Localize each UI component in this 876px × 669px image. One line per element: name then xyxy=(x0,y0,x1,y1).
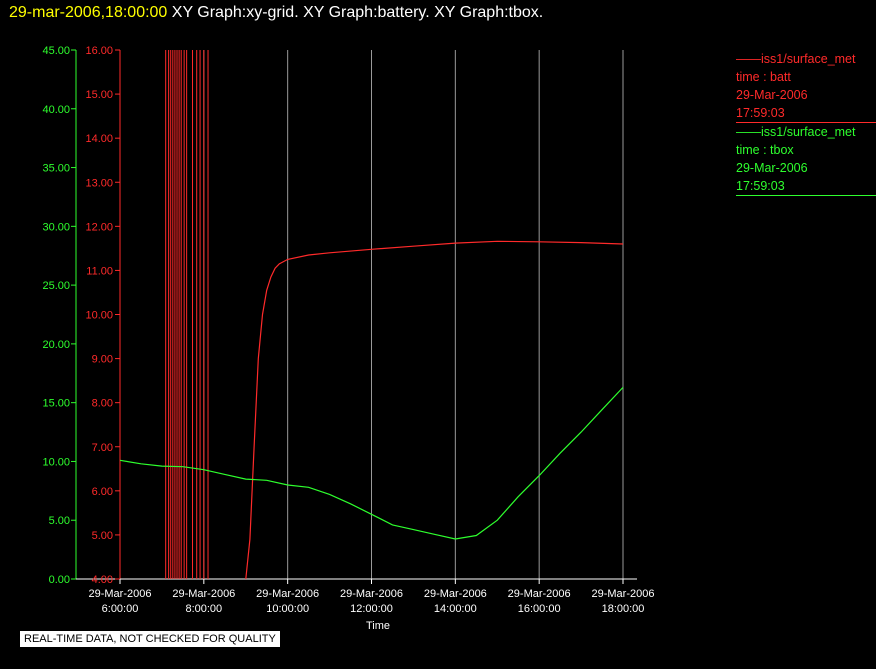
x-axis-label: Time xyxy=(366,620,390,632)
y-tick-label-inner: 14.00 xyxy=(85,133,113,145)
legend-entry-tbox: ——iss1/surface_met time : tbox 29-Mar-20… xyxy=(736,123,876,196)
x-tick-label-date: 29-Mar-2006 xyxy=(340,588,403,600)
y-tick-label-outer: 20.00 xyxy=(42,339,70,351)
y-tick-label-outer: 10.00 xyxy=(42,456,70,468)
quality-notice: REAL-TIME DATA, NOT CHECKED FOR QUALITY xyxy=(20,631,280,647)
y-tick-label-inner: 15.00 xyxy=(85,89,113,101)
x-tick-label-time: 12:00:00 xyxy=(350,603,393,615)
y-tick-label-inner: 9.00 xyxy=(92,354,113,366)
y-tick-label-outer: 35.00 xyxy=(42,163,70,175)
y-tick-label-outer: 15.00 xyxy=(42,398,70,410)
y-tick-label-outer: 45.00 xyxy=(42,45,70,57)
y-tick-label-outer: 40.00 xyxy=(42,104,70,116)
x-tick-label-date: 29-Mar-2006 xyxy=(424,588,487,600)
y-tick-label-inner: 12.00 xyxy=(85,221,113,233)
x-tick-label-time: 8:00:00 xyxy=(185,603,222,615)
y-tick-label-inner: 11.00 xyxy=(86,265,113,277)
legend-entry-vars: time : batt xyxy=(736,70,791,84)
legend: ——iss1/surface_met time : batt 29-Mar-20… xyxy=(736,50,876,196)
y-tick-label-outer: 30.00 xyxy=(42,221,70,233)
legend-entry-date: 29-Mar-2006 xyxy=(736,161,808,175)
y-tick-label-inner: 13.00 xyxy=(85,177,113,189)
y-tick-label-inner: 8.00 xyxy=(92,398,113,410)
y-tick-label-inner: 16.00 xyxy=(85,45,113,57)
x-tick-label-date: 29-Mar-2006 xyxy=(172,588,235,600)
x-tick-label-time: 10:00:00 xyxy=(266,603,309,615)
legend-entry-line: ——iss1/surface_met xyxy=(736,125,856,139)
x-tick-label-date: 29-Mar-2006 xyxy=(592,588,655,600)
y-tick-label-inner: 7.00 xyxy=(92,442,113,454)
x-tick-label-time: 14:00:00 xyxy=(434,603,477,615)
y-tick-label-outer: 25.00 xyxy=(42,280,70,292)
y-tick-label-outer: 5.00 xyxy=(49,515,70,527)
y-tick-label-inner: 10.00 xyxy=(85,310,113,322)
y-tick-label-inner: 4.00 xyxy=(92,574,113,586)
y-tick-label-outer: 0.00 xyxy=(49,574,70,586)
legend-entry-vars: time : tbox xyxy=(736,143,794,157)
x-tick-label-time: 16:00:00 xyxy=(518,603,561,615)
legend-entry-date: 29-Mar-2006 xyxy=(736,88,808,102)
legend-entry-line: ——iss1/surface_met xyxy=(736,52,856,66)
x-tick-label-time: 18:00:00 xyxy=(602,603,645,615)
legend-entry-time: 17:59:03 xyxy=(736,106,785,120)
y-tick-label-inner: 5.00 xyxy=(92,530,113,542)
series-line-batt xyxy=(245,240,624,580)
x-tick-label-date: 29-Mar-2006 xyxy=(89,588,152,600)
y-tick-label-inner: 6.00 xyxy=(92,486,113,498)
x-tick-label-date: 29-Mar-2006 xyxy=(508,588,571,600)
legend-separator xyxy=(736,195,876,196)
legend-entry-time: 17:59:03 xyxy=(736,179,785,193)
x-tick-label-time: 6:00:00 xyxy=(102,603,139,615)
x-tick-label-date: 29-Mar-2006 xyxy=(256,588,319,600)
legend-entry-batt: ——iss1/surface_met time : batt 29-Mar-20… xyxy=(736,50,876,123)
